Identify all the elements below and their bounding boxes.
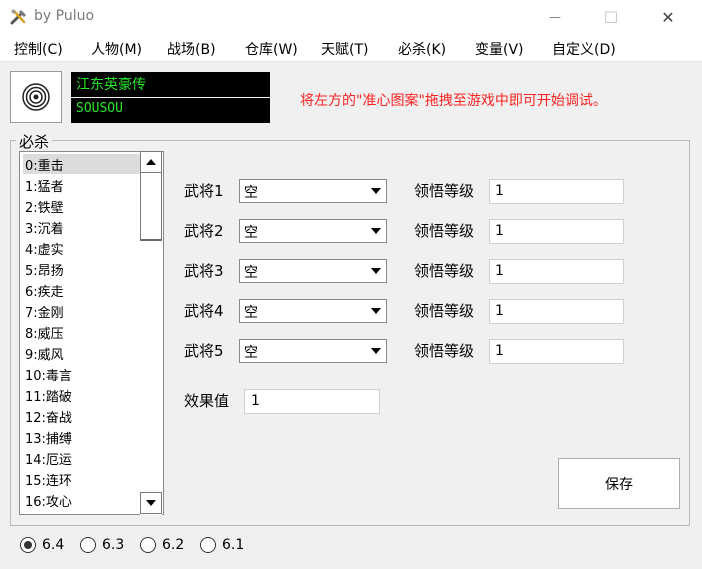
list-item[interactable]: 3:沉着 bbox=[23, 217, 140, 237]
general-4-value: 空 bbox=[244, 305, 258, 321]
general-4-label: 武将4 bbox=[184, 302, 224, 320]
menu-character[interactable]: 人物(M) bbox=[91, 39, 142, 59]
menu-variable[interactable]: 变量(V) bbox=[475, 39, 524, 59]
version-label: 6.4 bbox=[42, 537, 65, 553]
version-label: 6.2 bbox=[162, 537, 185, 553]
crosshair-target-icon bbox=[22, 83, 50, 111]
general-2-value: 空 bbox=[244, 225, 258, 241]
list-item[interactable]: 9:威风 bbox=[23, 343, 140, 363]
groupbox-legend: 必杀 bbox=[16, 131, 53, 152]
scroll-up-button[interactable] bbox=[140, 151, 162, 173]
maximize-button[interactable]: ☐ bbox=[588, 0, 634, 34]
general-2-select[interactable]: 空 bbox=[239, 219, 387, 243]
save-button[interactable]: 保存 bbox=[558, 458, 680, 509]
list-item[interactable]: 12:奋战 bbox=[23, 406, 140, 426]
general-5-select[interactable]: 空 bbox=[239, 339, 387, 363]
effect-value-input[interactable]: 1 bbox=[244, 389, 380, 414]
general-2-label: 武将2 bbox=[184, 222, 224, 240]
menu-battlefield[interactable]: 战场(B) bbox=[167, 39, 216, 59]
list-item[interactable]: 16:攻心 bbox=[23, 490, 140, 510]
arrow-down-icon bbox=[146, 500, 156, 506]
list-item[interactable]: 0:重击 bbox=[23, 154, 140, 174]
maximize-icon: ☐ bbox=[603, 7, 619, 27]
list-item[interactable]: 14:厄运 bbox=[23, 448, 140, 468]
general-4-level-label: 领悟等级 bbox=[414, 302, 475, 320]
list-item[interactable]: 15:连环 bbox=[23, 469, 140, 489]
minimize-icon: — bbox=[549, 10, 561, 24]
version-label: 6.3 bbox=[102, 537, 125, 553]
skill-list-scrollbar[interactable] bbox=[140, 151, 162, 515]
general-1-level-label: 领悟等级 bbox=[414, 182, 475, 200]
general-3-level-input[interactable]: 1 bbox=[489, 259, 624, 284]
list-item[interactable]: 7:金刚 bbox=[23, 301, 140, 321]
general-2-level-label: 领悟等级 bbox=[414, 222, 475, 240]
list-item[interactable]: 5:昂扬 bbox=[23, 259, 140, 279]
list-item[interactable]: 2:铁壁 bbox=[23, 196, 140, 216]
dropdown-arrow-icon bbox=[366, 180, 386, 202]
list-item[interactable]: 11:踏破 bbox=[23, 385, 140, 405]
general-5-value: 空 bbox=[244, 345, 258, 361]
menu-bar: 控制(C) 人物(M) 战场(B) 仓库(W) 天赋(T) 必杀(K) 变量(V… bbox=[0, 34, 702, 62]
general-1-select[interactable]: 空 bbox=[239, 179, 387, 203]
general-5-level-label: 领悟等级 bbox=[414, 342, 475, 360]
list-item[interactable]: 13:捕缚 bbox=[23, 427, 140, 447]
general-4-select[interactable]: 空 bbox=[239, 299, 387, 323]
dropdown-arrow-icon bbox=[366, 340, 386, 362]
window-title: by Puluo bbox=[34, 8, 95, 24]
menu-control[interactable]: 控制(C) bbox=[14, 39, 63, 59]
list-item[interactable]: 4:虚实 bbox=[23, 238, 140, 258]
list-item[interactable]: 8:威压 bbox=[23, 322, 140, 342]
game-code-display: SOUSOU bbox=[71, 98, 270, 123]
menu-warehouse[interactable]: 仓库(W) bbox=[245, 39, 298, 59]
scroll-down-button[interactable] bbox=[140, 492, 162, 514]
version-label: 6.1 bbox=[222, 537, 245, 553]
radio-unchecked-icon bbox=[200, 537, 216, 553]
close-icon: ✕ bbox=[661, 7, 675, 27]
general-2-level-input[interactable]: 1 bbox=[489, 219, 624, 244]
general-4-level-input[interactable]: 1 bbox=[489, 299, 624, 324]
crosshair-target[interactable] bbox=[10, 71, 62, 123]
version-radio-6-3[interactable]: 6.3 bbox=[80, 537, 124, 553]
menu-skill[interactable]: 必杀(K) bbox=[398, 39, 446, 59]
menu-custom[interactable]: 自定义(D) bbox=[552, 39, 616, 59]
game-title-display: 江东英豪传 bbox=[71, 72, 270, 97]
version-radio-6-1[interactable]: 6.1 bbox=[200, 537, 244, 553]
general-1-value: 空 bbox=[244, 185, 258, 201]
effect-label: 效果值 bbox=[184, 392, 230, 410]
general-5-level-input[interactable]: 1 bbox=[489, 339, 624, 364]
general-1-label: 武将1 bbox=[184, 182, 224, 200]
arrow-up-icon bbox=[146, 159, 156, 165]
scroll-thumb[interactable] bbox=[140, 173, 162, 241]
radio-checked-icon bbox=[20, 537, 36, 553]
dropdown-arrow-icon bbox=[366, 300, 386, 322]
close-button[interactable]: ✕ bbox=[645, 0, 691, 34]
title-bar: by Puluo — ☐ ✕ bbox=[0, 0, 702, 34]
radio-unchecked-icon bbox=[140, 537, 156, 553]
general-3-label: 武将3 bbox=[184, 262, 224, 280]
general-5-label: 武将5 bbox=[184, 342, 224, 360]
general-3-level-label: 领悟等级 bbox=[414, 262, 475, 280]
version-radio-6-2[interactable]: 6.2 bbox=[140, 537, 184, 553]
dropdown-arrow-icon bbox=[366, 260, 386, 282]
list-item[interactable]: 1:猛者 bbox=[23, 175, 140, 195]
minimize-button[interactable]: — bbox=[532, 0, 578, 34]
general-3-select[interactable]: 空 bbox=[239, 259, 387, 283]
menu-talent[interactable]: 天赋(T) bbox=[321, 39, 368, 59]
list-item[interactable]: 10:毒言 bbox=[23, 364, 140, 384]
general-1-level-input[interactable]: 1 bbox=[489, 179, 624, 204]
general-3-value: 空 bbox=[244, 265, 258, 281]
radio-unchecked-icon bbox=[80, 537, 96, 553]
drag-hint: 将左方的"准心图案"拖拽至游戏中即可开始调试。 bbox=[300, 93, 607, 109]
list-item[interactable]: 6:疾走 bbox=[23, 280, 140, 300]
dropdown-arrow-icon bbox=[366, 220, 386, 242]
version-radio-6-4[interactable]: 6.4 bbox=[20, 537, 64, 553]
tools-icon bbox=[10, 9, 28, 25]
